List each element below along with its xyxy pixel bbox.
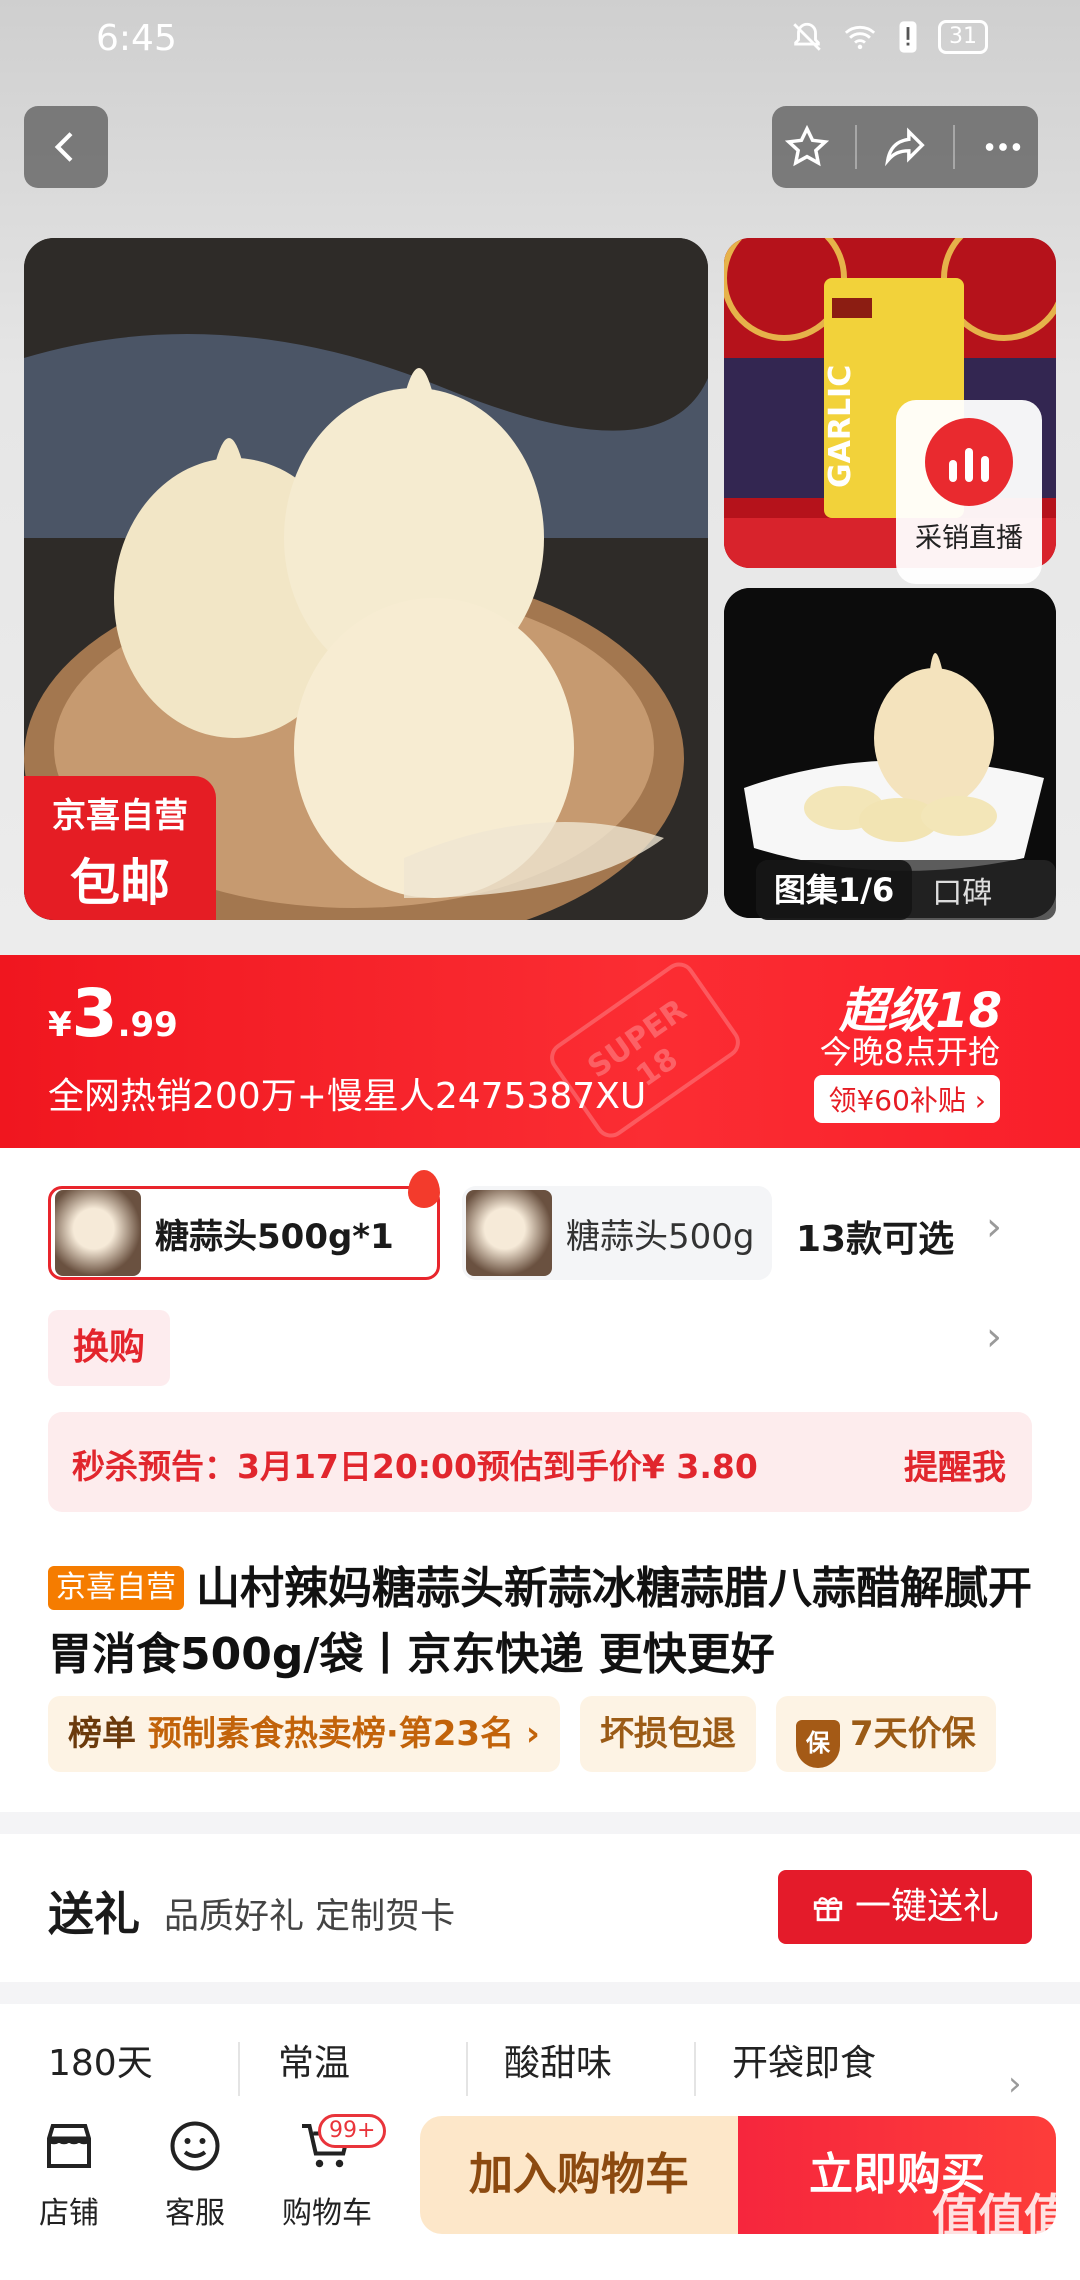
divider: [694, 2042, 696, 2096]
wifi-icon: [844, 25, 876, 50]
alert-icon: [899, 21, 917, 53]
send-gift-button[interactable]: 一键送礼: [778, 1870, 1032, 1944]
share-icon[interactable]: [881, 124, 929, 170]
cart-label: 购物车: [282, 2196, 372, 2231]
section-gap: [0, 1812, 1080, 1834]
hot-flame-icon: [408, 1170, 440, 1208]
divider: [238, 2042, 240, 2096]
service-label: 客服: [165, 2196, 225, 2231]
jingxi-tag: 京喜自营: [48, 1566, 184, 1610]
chevron-right-icon[interactable]: ›: [1008, 2064, 1022, 2104]
add-to-cart-button[interactable]: 加入购物车: [420, 2116, 738, 2234]
attr-shelf-life: 180天: [48, 2043, 153, 2084]
watermark-main: 值值值: [932, 2189, 1070, 2243]
remind-me-button[interactable]: 提醒我: [904, 1440, 1006, 1489]
chat-face-icon: [170, 2121, 220, 2171]
divider: [953, 125, 956, 169]
event-time: 今晚8点开抢: [819, 1033, 1000, 1071]
chevron-left-icon: [54, 132, 73, 162]
coupon-button[interactable]: 领¥60补贴 ›: [814, 1075, 1000, 1123]
store-label: 店铺: [39, 2196, 99, 2231]
attr-ready-to-eat: 开袋即食: [732, 2043, 877, 2084]
price-protect-chip[interactable]: 保 7天价保: [775, 1696, 996, 1772]
battery-icon: 31: [938, 20, 988, 54]
sku-selector: 糖蒜头500g*1 糖蒜头500g 13款可选 ›: [0, 1148, 1080, 1298]
sku-option-selected[interactable]: 糖蒜头500g*1: [48, 1186, 440, 1280]
gift-section: 送礼 品质好礼 定制贺卡 一键送礼: [0, 1834, 1080, 1982]
bottom-action-bar: › 店铺 客服 购物车 99+ 加入购物车 立即购买: [0, 2064, 1080, 2280]
rank-value: 预制素食热卖榜·第23名 ›: [147, 1714, 540, 1754]
sku-thumbnail: [55, 1190, 141, 1276]
badge-top-text: 京喜自营: [52, 796, 188, 836]
price-integer: 3: [71, 975, 118, 1052]
live-stream-card[interactable]: 采销直播: [896, 400, 1042, 584]
sku-count[interactable]: 13款可选: [796, 1210, 954, 1262]
top-action-group: [772, 106, 1038, 188]
attr-flavor: 酸甜味: [504, 2043, 613, 2084]
gift-title: 送礼: [48, 1887, 140, 1941]
status-icons: 31: [790, 20, 988, 54]
product-title: 山村辣妈糖蒜头新蒜冰糖蒜腊八蒜醋解腻开胃消食500g/袋丨京东快递 更快更好: [48, 1563, 1032, 1680]
price-decimal: .99: [117, 1005, 178, 1045]
star-icon[interactable]: [784, 124, 830, 170]
gallery-switcher[interactable]: 图集1/6 口碑: [756, 860, 1056, 920]
store-button[interactable]: 店铺: [14, 2114, 124, 2232]
jingxi-free-shipping-badge: 京喜自营 包邮: [24, 776, 216, 920]
service-button[interactable]: 客服: [140, 2114, 250, 2232]
sku-thumbnail: [466, 1190, 552, 1276]
chevron-right-icon: ›: [986, 1314, 1002, 1360]
price-currency: ¥: [48, 1005, 72, 1045]
section-gap: [0, 1982, 1080, 2004]
gallery-tab[interactable]: 图集1/6: [756, 860, 913, 920]
store-icon: [47, 2124, 91, 2168]
service-tags: 榜单 预制素食热卖榜·第23名 › 坏损包退保 7天价保: [48, 1696, 1080, 1774]
cart-count-badge: 99+: [318, 2114, 387, 2148]
divider: [466, 2042, 468, 2096]
chevron-right-icon[interactable]: ›: [986, 1204, 1002, 1250]
rank-key: 榜单: [68, 1714, 136, 1754]
status-bar: 6:45 31: [0, 0, 1080, 80]
back-button[interactable]: [24, 106, 108, 188]
product-title-block: 京喜自营 山村辣妈糖蒜头新蒜冰糖蒜腊八蒜醋解腻开胃消食500g/袋丨京东快递 更快…: [48, 1556, 1038, 1688]
status-time: 6:45: [96, 18, 177, 59]
more-icon[interactable]: [980, 124, 1026, 170]
attr-storage: 常温: [278, 2043, 351, 2084]
hot-sales-text: 全网热销200万+慢星人2475387XU: [48, 1076, 647, 1117]
live-bars-icon: [925, 418, 1013, 506]
attribute-row[interactable]: 180天 常温 酸甜味 开袋即食: [0, 2004, 1080, 2114]
gift-subtitle: 品质好礼 定制贺卡: [164, 1897, 456, 1937]
sku-option[interactable]: 糖蒜头500g: [462, 1186, 772, 1280]
flash-sale-notice: 秒杀预告：3月17日20:00预估到手价¥ 3.80 提醒我: [48, 1412, 1032, 1512]
flash-sale-text: 秒杀预告：3月17日20:00预估到手价¥ 3.80: [72, 1447, 758, 1486]
mute-bell-icon: [793, 22, 821, 51]
send-gift-label: 一键送礼: [854, 1886, 999, 1927]
divider: [854, 125, 857, 169]
product-detail-page: 6:45 31 京喜自营 包邮 GARLIC 采销直播 图集1/6 口碑 ¥3.…: [0, 0, 1080, 2280]
sku-label: 糖蒜头500g: [566, 1216, 755, 1257]
swap-tag: 换购: [48, 1310, 170, 1386]
live-label: 采销直播: [915, 523, 1023, 554]
watermark-sub: zhizhizhi.com: [948, 2246, 1070, 2267]
gift-icon: [813, 1897, 843, 1922]
hero-section: 6:45 31 京喜自营 包邮 GARLIC 采销直播 图集1/6 口碑: [0, 0, 1080, 955]
site-watermark: 值值值 zhizhizhi.com: [932, 2180, 1070, 2267]
price-banner: ¥3.99 全网热销200万+慢星人2475387XU SUPER 18 超级1…: [0, 955, 1080, 1148]
reviews-tab[interactable]: 口碑: [912, 868, 992, 912]
price: ¥3.99: [48, 975, 178, 1052]
swap-row[interactable]: 换购 ›: [0, 1298, 1080, 1408]
price-protect-label: 7天价保: [849, 1714, 976, 1754]
rank-chip[interactable]: 榜单 预制素食热卖榜·第23名 ›: [48, 1696, 560, 1772]
badge-bottom-text: 包邮: [70, 854, 170, 912]
shield-icon: 保: [795, 1720, 840, 1768]
damage-return-chip[interactable]: 坏损包退: [579, 1696, 756, 1772]
sku-label: 糖蒜头500g*1: [155, 1216, 394, 1257]
package-text: GARLIC: [823, 365, 858, 488]
